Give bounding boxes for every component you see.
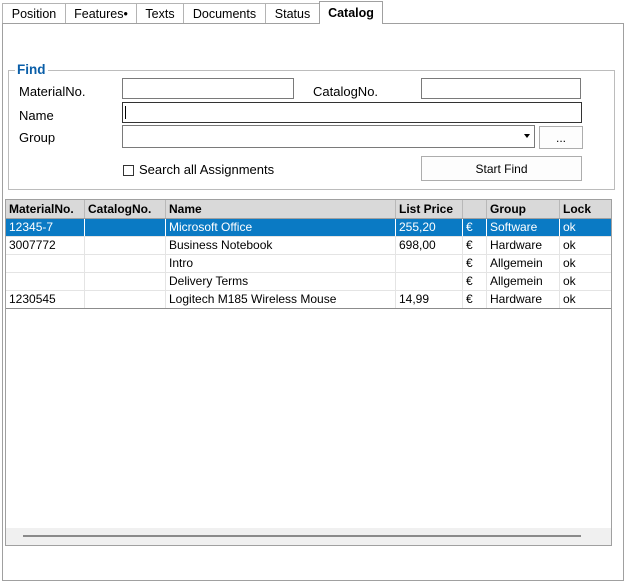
table-row[interactable]: Intro € Allgemein ok	[6, 255, 611, 273]
cell-group: Allgemein	[487, 273, 560, 290]
grid-divider	[6, 308, 611, 309]
text-caret	[125, 106, 126, 119]
scrollbar-thumb[interactable]	[23, 535, 581, 537]
cell-currency: €	[463, 291, 487, 308]
group-select[interactable]	[122, 125, 535, 148]
cell-catalog-no	[85, 219, 166, 236]
column-header-material-no[interactable]: MaterialNo.	[6, 200, 85, 218]
group-browse-button[interactable]: ...	[539, 126, 583, 149]
name-label: Name	[19, 108, 54, 123]
column-header-list-price[interactable]: List Price	[396, 200, 463, 218]
name-input[interactable]	[122, 102, 582, 123]
search-all-label[interactable]: Search all Assignments	[139, 162, 274, 177]
tab-status[interactable]: Status	[265, 3, 320, 23]
column-header-lock[interactable]: Lock	[560, 200, 611, 218]
column-header-catalog-no[interactable]: CatalogNo.	[85, 200, 166, 218]
cell-currency: €	[463, 237, 487, 254]
cell-group: Allgemein	[487, 255, 560, 272]
catalog-panel: Find MaterialNo. CatalogNo. Name Group .…	[2, 23, 624, 581]
results-grid[interactable]: MaterialNo. CatalogNo. Name List Price G…	[5, 199, 612, 546]
cell-group: Hardware	[487, 237, 560, 254]
table-row[interactable]: 3007772 Business Notebook 698,00 € Hardw…	[6, 237, 611, 255]
cell-group: Hardware	[487, 291, 560, 308]
cell-currency: €	[463, 255, 487, 272]
cell-group: Software	[487, 219, 560, 236]
cell-material-no: 12345-7	[6, 219, 85, 236]
cell-name: Business Notebook	[166, 237, 396, 254]
cell-catalog-no	[85, 273, 166, 290]
tab-catalog[interactable]: Catalog	[319, 1, 383, 24]
material-no-input[interactable]	[122, 78, 294, 99]
material-no-label: MaterialNo.	[19, 84, 86, 99]
cell-material-no	[6, 255, 85, 272]
table-row[interactable]: 1230545 Logitech M185 Wireless Mouse 14,…	[6, 291, 611, 309]
cell-name: Logitech M185 Wireless Mouse	[166, 291, 396, 308]
cell-name: Intro	[166, 255, 396, 272]
cell-list-price: 255,20	[396, 219, 463, 236]
find-group: Find MaterialNo. CatalogNo. Name Group .…	[8, 62, 615, 190]
column-header-group[interactable]: Group	[487, 200, 560, 218]
group-label: Group	[19, 130, 56, 145]
cell-list-price: 698,00	[396, 237, 463, 254]
cell-list-price	[396, 255, 463, 272]
column-header-currency[interactable]	[463, 200, 487, 218]
cell-material-no: 3007772	[6, 237, 85, 254]
grid-header: MaterialNo. CatalogNo. Name List Price G…	[6, 200, 611, 219]
cell-name: Delivery Terms	[166, 273, 396, 290]
cell-name: Microsoft Office	[166, 219, 396, 236]
table-row[interactable]: 12345-7 Microsoft Office 255,20 € Softwa…	[6, 219, 611, 237]
search-all-checkbox[interactable]	[123, 165, 134, 176]
cell-catalog-no	[85, 255, 166, 272]
tab-features[interactable]: Features•	[65, 3, 137, 23]
catalog-no-input[interactable]	[421, 78, 581, 99]
column-header-name[interactable]: Name	[166, 200, 396, 218]
cell-lock: ok	[563, 220, 576, 234]
cell-list-price	[396, 273, 463, 290]
horizontal-scrollbar[interactable]	[6, 528, 611, 545]
cell-material-no: 1230545	[6, 291, 85, 308]
tab-position[interactable]: Position	[2, 3, 66, 23]
cell-material-no	[6, 273, 85, 290]
tab-strip: Position Features• Texts Documents Statu…	[2, 1, 383, 24]
cell-currency: €	[463, 273, 487, 290]
catalog-no-label: CatalogNo.	[313, 84, 379, 99]
cell-lock: ok	[563, 238, 576, 252]
cell-lock: ok	[563, 292, 576, 306]
cell-list-price: 14,99	[396, 291, 463, 308]
find-legend: Find	[15, 62, 48, 77]
cell-lock: ok	[563, 274, 576, 288]
cell-catalog-no	[85, 237, 166, 254]
chevron-down-icon[interactable]	[524, 134, 530, 138]
tab-texts[interactable]: Texts	[136, 3, 184, 23]
start-find-button[interactable]: Start Find	[421, 156, 582, 181]
table-row[interactable]: Delivery Terms € Allgemein ok	[6, 273, 611, 291]
tab-documents[interactable]: Documents	[183, 3, 266, 23]
cell-currency: €	[463, 219, 487, 236]
cell-catalog-no	[85, 291, 166, 308]
cell-lock: ok	[563, 256, 576, 270]
